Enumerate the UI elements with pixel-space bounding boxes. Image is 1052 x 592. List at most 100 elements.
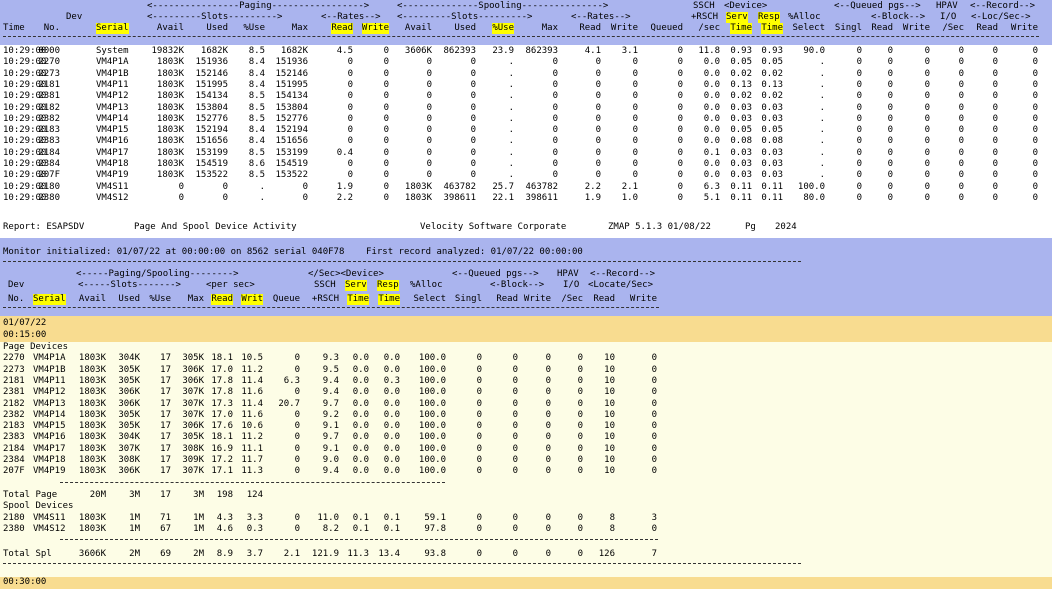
table-cell: 0 [577,364,583,375]
table-cell: 2384 [38,159,60,169]
table-cell: 3606K [404,46,432,56]
table-cell: 305K [118,421,140,432]
table-row: 10:29:00 2183 VM4P15 1803K 152194 8.4 152194 0 0… [0,125,1052,136]
table-cell: 0 [992,113,998,124]
table-cell: 154519 [275,159,308,169]
table-cell: 0 [887,147,893,158]
table-cell: 0 [887,91,893,102]
table-cell: 463782 [443,181,476,192]
table-cell: 1803K [78,398,106,409]
table-cell: 0 [651,409,657,420]
table-cell: 0 [476,466,482,477]
table-cell: 0 [470,147,476,158]
table-cell: 0.05 [730,57,752,68]
table-cell: 152776 [195,113,228,124]
table-cell: 304K [118,432,140,443]
table-cell: 0 [383,136,389,147]
table-cell: 9.3 [322,353,339,364]
table-cell: 0 [856,136,862,147]
table-cell: 0 [426,79,432,90]
table-row: 10:29:00 2380 VM4S12 0 0. 0 2.2 0 1803K 398611 22.… [0,193,1052,204]
column-header: /sec [698,23,720,33]
table-cell: 0 [470,91,476,102]
column-header: Read [976,23,998,33]
mid-header-rule [3,307,659,308]
table-cell: 0 [856,57,862,68]
table-cell: 10 [604,353,615,364]
table-cell: 0 [577,421,583,432]
table-cell: 151936 [195,57,228,68]
table-cell: 0.0 [383,364,400,375]
table-cell: 0 [958,79,964,90]
table-cell: 2273 [38,68,60,79]
table-cell: 0 [651,353,657,364]
table-cell: VM4P11 [96,79,129,90]
table-cell: 1682K [200,46,228,56]
table-cell: 0 [958,136,964,147]
table-cell: 0.13 [761,79,783,90]
table-cell: 0 [632,170,638,181]
table-cell: 0 [887,79,893,90]
table-cell: 11.6 [241,387,263,398]
table-cell: 0 [887,192,893,203]
table-cell: 0.0 [703,68,720,79]
table-cell: 8.5 [248,91,265,102]
table-cell: 154134 [195,91,228,102]
table-cell: 0 [294,421,300,432]
table-cell: 0 [383,79,389,90]
table-cell: 0 [577,523,583,534]
table-cell: . [819,170,825,181]
table-cell: VM4P15 [96,125,129,136]
top-sub-line: Dev <---------Slots---------> <--Rates--> <… [0,12,1052,23]
column-header: Read [331,23,353,34]
column-header: Read [593,294,615,304]
table-row: 10:29:00 2384 VM4P18 1803K 154519 8.6 154519 0 0… [0,159,1052,170]
table-cell: 0 [958,192,964,203]
table-cell: 0.0 [352,398,369,409]
column-header: Time [761,23,783,34]
table-row: 2382 VM4P14 1803K 305K 17 307K 17.0 11.6 0 9.2 0.0… [0,410,1052,421]
table-cell: 0 [992,68,998,79]
column-header: /Sec [942,23,964,33]
table-cell: 0 [545,364,551,375]
sub-label: <-Block--> [490,280,545,290]
table-cell: 0 [992,125,998,136]
table-cell: 0 [992,102,998,113]
table-cell: 0.11 [730,181,752,192]
table-cell: 0 [992,192,998,203]
table-cell: 0.0 [383,398,400,409]
table-cell: 0 [383,159,389,169]
table-cell: 8.5 [248,147,265,158]
table-cell: 1803K [78,421,106,432]
table-cell: 306K [182,364,204,375]
table-cell: VM4P18 [33,455,66,465]
table-cell: 100.0 [418,364,446,375]
sub-label: Resp [758,12,780,23]
group-label: <Device> [724,1,768,11]
table-cell: 11.8 [698,46,720,56]
table-cell: VM4S12 [33,523,66,534]
table-cell: 100.0 [418,409,446,420]
table-cell: 0 [476,421,482,432]
sub-label: Serv [726,12,748,23]
mid-group-line: <-----Paging/Spooling--------> </Sec><Dev… [0,269,1052,280]
table-cell: 0.0 [703,57,720,68]
report-product: ZMAP 5.1.3 01/08/22 [608,222,711,232]
table-cell: 0 [512,409,518,420]
table-cell: 10 [604,364,615,375]
table-cell: 0 [426,102,432,113]
table-cell: 80.0 [803,192,825,203]
table-cell: 6.3 [703,181,720,192]
sub-label: +RSCH [691,12,719,22]
table-cell: 2383 [3,432,25,443]
table-cell: 0 [577,432,583,443]
table-cell: 3 [651,512,657,523]
table-cell: 100.0 [418,353,446,364]
table-cell: 0 [677,91,683,102]
table-cell: 121.9 [311,549,339,560]
table-cell: 0 [476,398,482,409]
table-cell: 8.4 [248,57,265,68]
column-header: Time [730,23,752,34]
table-cell: VM4P17 [33,443,66,454]
column-header: No. [8,294,25,304]
